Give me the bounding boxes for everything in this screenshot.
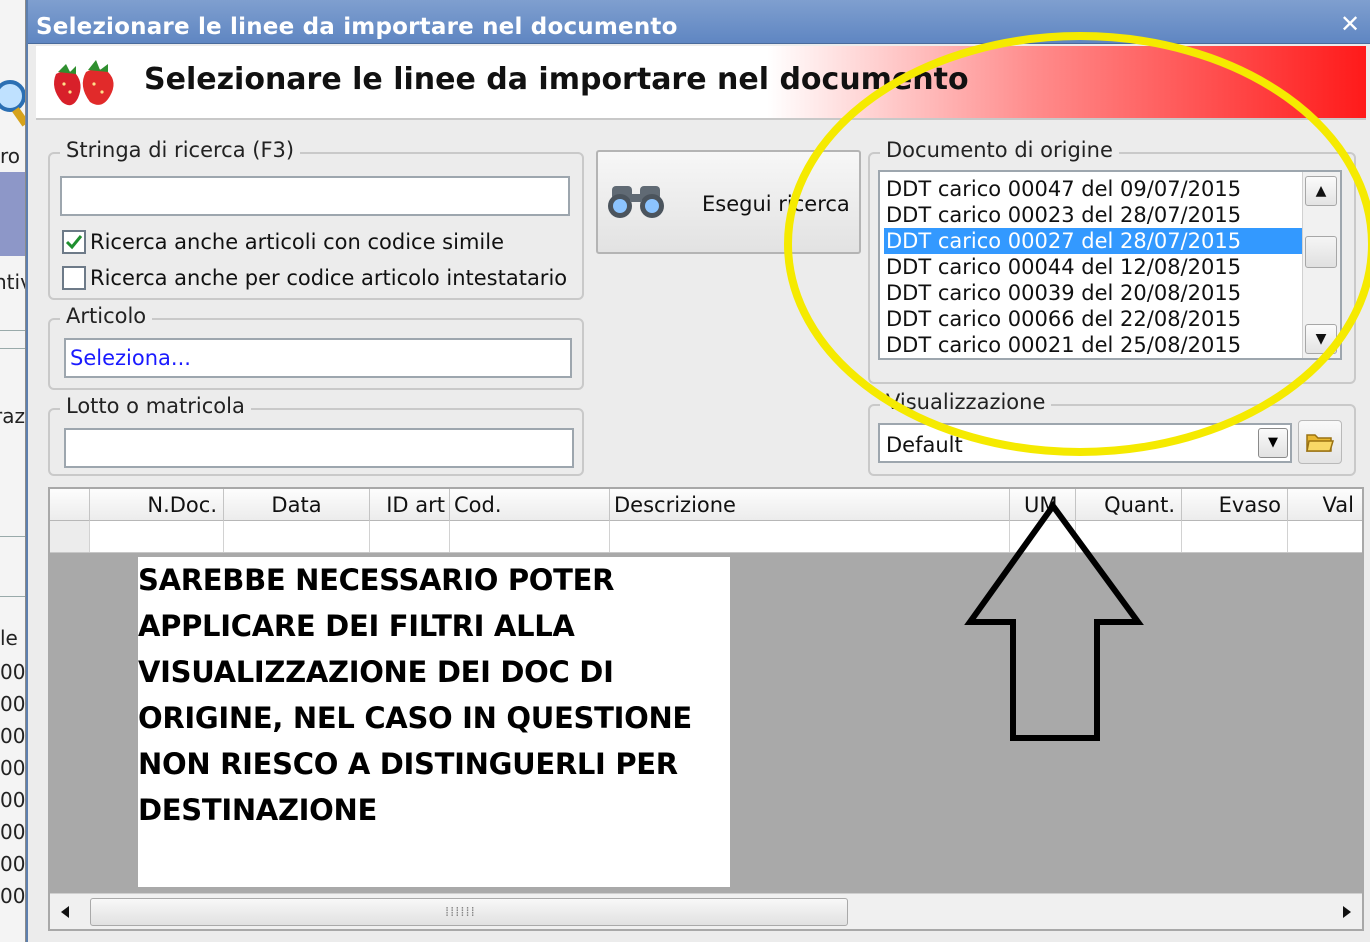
run-search-button[interactable]: Esegui ricerca (596, 150, 861, 254)
bg-divider (0, 330, 25, 331)
binoculars-icon (608, 186, 664, 218)
bg-text: ntiv (0, 270, 25, 294)
view-select-value: Default (886, 433, 963, 457)
search-string-label: Stringa di ricerca (F3) (60, 138, 301, 162)
table-row[interactable] (50, 521, 1362, 553)
chevron-down-icon[interactable]: ▼ (1258, 428, 1288, 458)
list-item-selected[interactable]: DDT carico 00027 del 28/07/2015 (884, 228, 1306, 254)
bg-text: 00 (0, 820, 26, 844)
bg-text: 00 (0, 788, 26, 812)
scroll-thumb[interactable]: ⁞⁞⁞⁞⁞⁞ (90, 898, 848, 926)
title-bar[interactable]: Selezionare le linee da importare nel do… (28, 0, 1370, 44)
list-vertical-scrollbar[interactable]: ▲ ▼ (1302, 172, 1340, 358)
list-item[interactable]: DDT carico 00039 del 20/08/2015 (884, 280, 1306, 306)
articolo-select-field[interactable]: Seleziona... (64, 338, 572, 378)
bg-text: 00 (0, 852, 26, 876)
search-string-group: Stringa di ricerca (F3) Ricerca anche ar… (48, 138, 584, 300)
view-label: Visualizzazione (880, 390, 1052, 414)
scroll-left-icon[interactable] (58, 904, 72, 920)
lotto-input[interactable] (64, 428, 574, 468)
view-select[interactable]: Default ▼ (878, 423, 1292, 463)
table-cell[interactable] (370, 521, 450, 552)
column-header-um[interactable]: UM (1010, 489, 1076, 521)
table-cell[interactable] (1182, 521, 1288, 552)
table-cell[interactable] (1288, 521, 1362, 552)
bg-text: 00 (0, 884, 26, 908)
annotation-line: VISUALIZZAZIONE DEI DOC DI (138, 655, 614, 689)
annotation-line: SAREBBE NECESSARIO POTER (138, 563, 615, 597)
row-selector[interactable] (50, 521, 90, 552)
bg-divider (0, 348, 25, 349)
scroll-right-icon[interactable] (1340, 904, 1354, 920)
table-cell[interactable] (224, 521, 370, 552)
window-title: Selezionare le linee da importare nel do… (36, 14, 678, 40)
bg-divider (0, 536, 25, 537)
table-cell[interactable] (610, 521, 1010, 552)
bg-divider (0, 596, 25, 597)
list-item[interactable]: DDT carico 00023 del 28/07/2015 (884, 202, 1306, 228)
lotto-label: Lotto o matricola (60, 394, 251, 418)
scroll-down-button[interactable]: ▼ (1305, 324, 1337, 354)
table-cell[interactable] (1076, 521, 1182, 552)
background-app-strip: ro ntiv raz le 00 00 00 00 00 00 00 00 (0, 0, 26, 942)
column-header-selector[interactable] (50, 489, 90, 521)
column-header-quant[interactable]: Quant. (1076, 489, 1182, 521)
run-search-label: Esegui ricerca (702, 192, 850, 216)
similar-code-label: Ricerca anche articoli con codice simile (90, 230, 504, 254)
header-title: Selezionare le linee da importare nel do… (144, 62, 969, 97)
similar-code-checkbox[interactable] (62, 230, 86, 254)
screen: ro ntiv raz le 00 00 00 00 00 00 00 00 S… (0, 0, 1370, 942)
column-header-evaso[interactable]: Evaso (1182, 489, 1288, 521)
strawberry-logo-icon (54, 60, 114, 106)
list-item[interactable]: DDT carico 00044 del 12/08/2015 (884, 254, 1306, 280)
column-header-ndoc[interactable]: N.Doc. (90, 489, 224, 521)
annotation-line: NON RIESCO A DISTINGUERLI PER (138, 747, 678, 781)
annotation-line: ORIGINE, NEL CASO IN QUESTIONE (138, 701, 692, 735)
scroll-thumb[interactable] (1305, 236, 1337, 268)
bg-text: raz (0, 404, 25, 428)
list-item[interactable]: DDT carico 00047 del 09/07/2015 (884, 176, 1306, 202)
grid-header: N.Doc. Data ID art Cod. Descrizione UM Q… (50, 489, 1362, 521)
lotto-group: Lotto o matricola (48, 394, 584, 476)
check-icon (65, 235, 83, 250)
search-input[interactable] (60, 176, 570, 216)
scroll-up-button[interactable]: ▲ (1305, 176, 1337, 206)
column-header-data[interactable]: Data (224, 489, 370, 521)
bg-text: 00 (0, 724, 26, 748)
bg-blue-panel (0, 172, 25, 256)
articolo-label: Articolo (60, 304, 153, 328)
annotation-note: SAREBBE NECESSARIO POTER APPLICARE DEI F… (138, 557, 730, 887)
customer-code-checkbox[interactable] (62, 266, 86, 290)
annotation-line: APPLICARE DEI FILTRI ALLA (138, 609, 575, 643)
origin-document-label: Documento di origine (880, 138, 1119, 162)
column-header-idart[interactable]: ID art (370, 489, 450, 521)
column-header-descrizione[interactable]: Descrizione (610, 489, 1010, 521)
table-cell[interactable] (1010, 521, 1076, 552)
column-header-val[interactable]: Val (1288, 489, 1362, 521)
list-item[interactable]: DDT carico 00021 del 25/08/2015 (884, 332, 1306, 358)
grid-horizontal-scrollbar[interactable]: ⁞⁞⁞⁞⁞⁞ (50, 893, 1362, 929)
column-header-cod[interactable]: Cod. (450, 489, 610, 521)
bg-text: 00 (0, 660, 26, 684)
annotation-line: DESTINAZIONE (138, 793, 378, 827)
bg-text: le (0, 626, 18, 650)
close-button[interactable]: ✕ (1338, 12, 1362, 36)
origin-document-list[interactable]: DDT carico 00047 del 09/07/2015 DDT cari… (878, 170, 1342, 360)
bg-text: 00 (0, 756, 26, 780)
bg-text: ro (0, 144, 21, 168)
magnifier-icon (0, 80, 25, 127)
table-cell[interactable] (90, 521, 224, 552)
folder-icon (1306, 434, 1335, 452)
dialog-header: Selezionare le linee da importare nel do… (36, 46, 1366, 120)
open-folder-button[interactable] (1298, 420, 1342, 464)
list-item[interactable]: DDT carico 00066 del 22/08/2015 (884, 306, 1306, 332)
bg-text: 00 (0, 692, 26, 716)
table-cell[interactable] (450, 521, 610, 552)
articolo-group: Articolo Seleziona... (48, 304, 584, 390)
customer-code-label: Ricerca anche per codice articolo intest… (90, 266, 568, 290)
